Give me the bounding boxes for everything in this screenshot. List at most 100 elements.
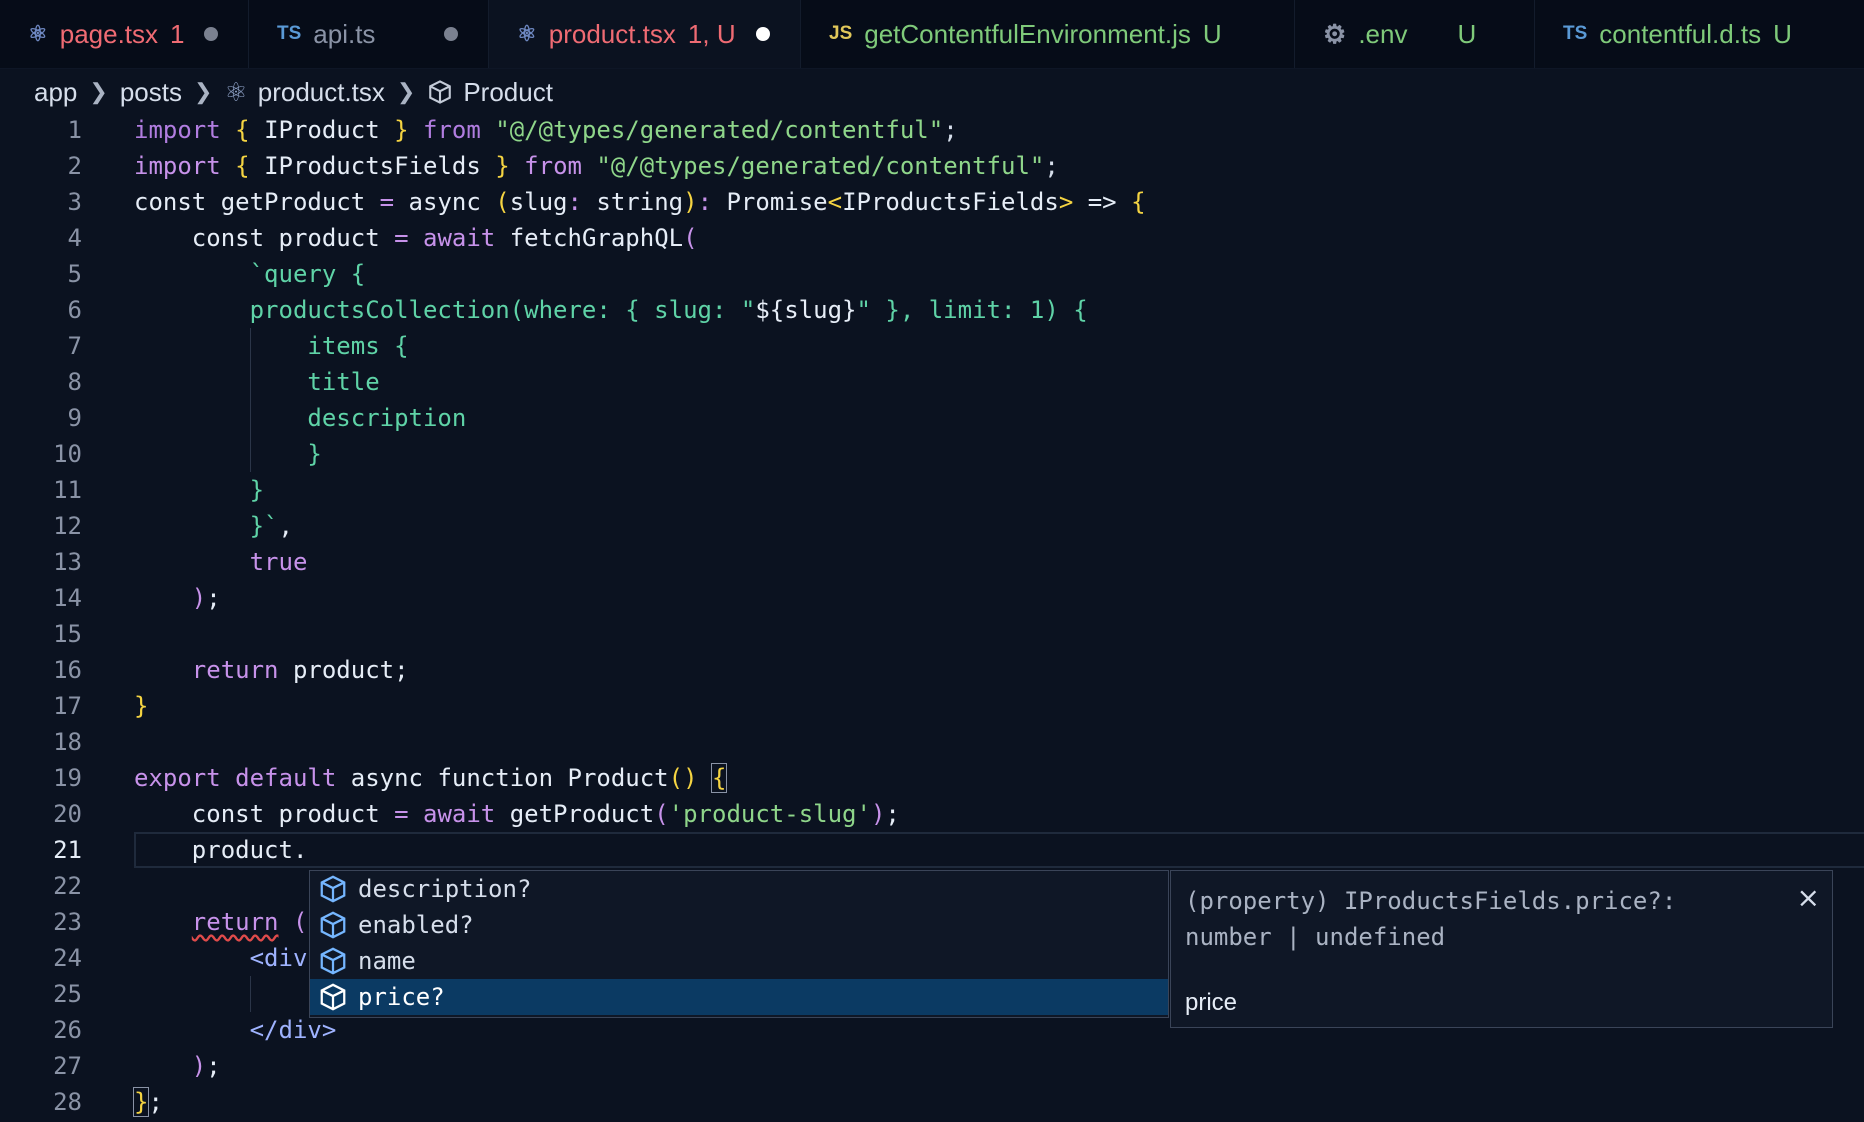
chevron-right-icon: ❯: [193, 79, 213, 104]
line-number: 26: [53, 1016, 82, 1044]
line-number: 2: [67, 152, 82, 180]
code-text: }: [249, 476, 265, 504]
code-line: 19 export default async function Product…: [0, 760, 1864, 796]
line-number: 24: [53, 944, 82, 972]
tab-label: contentful.d.ts: [1599, 18, 1762, 49]
symbol-field-icon: [316, 946, 350, 976]
autocomplete-suggest-list[interactable]: description? enabled? name price?: [309, 870, 1169, 1018]
tab-env[interactable]: ⚙ .env U: [1295, 0, 1535, 68]
line-number: 4: [67, 224, 82, 252]
code-text: };: [132, 1087, 163, 1117]
code-text: `query {: [249, 260, 366, 288]
gear-icon: ⚙: [1323, 18, 1347, 49]
breadcrumb-item-file[interactable]: product.tsx: [258, 77, 385, 108]
code-line-current[interactable]: 21 product.: [0, 832, 1864, 868]
code-line: 11 }: [0, 472, 1864, 508]
code-text: const product = await getProduct('produc…: [191, 800, 900, 828]
suggest-item-selected[interactable]: price?: [310, 979, 1168, 1015]
code-text: return product;: [191, 656, 409, 684]
suggest-item-label: enabled?: [358, 911, 474, 939]
line-number: 22: [53, 872, 82, 900]
line-number: 3: [67, 188, 82, 216]
code-line: 16 return product;: [0, 652, 1864, 688]
code-line: 6 productsCollection(where: { slug: "${s…: [0, 292, 1864, 328]
tab-api-ts[interactable]: TS api.ts: [249, 0, 489, 68]
code-line: 8 title: [0, 364, 1864, 400]
code-text: return (: [191, 908, 308, 936]
code-text: import { IProductsFields } from "@/@type…: [134, 152, 1059, 180]
modified-dot-icon[interactable]: [444, 27, 458, 41]
react-icon: ⚛: [28, 21, 48, 46]
modified-dot-icon[interactable]: [204, 27, 218, 41]
react-icon: ⚛: [224, 76, 248, 107]
tab-label: getContentfulEnvironment.js: [864, 18, 1191, 49]
line-number: 25: [53, 980, 82, 1008]
code-text: import { IProduct } from "@/@types/gener…: [134, 116, 958, 144]
code-text: description: [307, 404, 467, 432]
code-line: 3 const getProduct = async (slug: string…: [0, 184, 1864, 220]
line-number: 6: [67, 296, 82, 324]
tab-getcontentfulenvironment-js[interactable]: JS getContentfulEnvironment.js U: [801, 0, 1295, 68]
tab-page-tsx[interactable]: ⚛ page.tsx 1: [0, 0, 249, 68]
tab-contentful-d-ts[interactable]: TS contentful.d.ts U: [1535, 0, 1864, 68]
line-number: 19: [53, 764, 82, 792]
line-number: 18: [53, 728, 82, 756]
breadcrumb-item-symbol[interactable]: Product: [463, 77, 553, 108]
line-number: 8: [67, 368, 82, 396]
code-line: 10 }: [0, 436, 1864, 472]
code-line: 12 }`,: [0, 508, 1864, 544]
symbol-field-icon: [316, 982, 350, 1012]
tab-product-tsx[interactable]: ⚛ product.tsx 1, U: [489, 0, 801, 68]
code-text: );: [191, 584, 221, 612]
editor-tab-bar: ⚛ page.tsx 1 TS api.ts ⚛ product.tsx 1, …: [0, 0, 1864, 69]
code-line: 20 const product = await getProduct('pro…: [0, 796, 1864, 832]
code-text: <div: [249, 944, 308, 972]
close-icon[interactable]: ×: [1797, 881, 1820, 914]
line-number: 27: [53, 1052, 82, 1080]
code-line: 27 );: [0, 1048, 1864, 1084]
js-icon: JS: [829, 23, 853, 44]
suggest-item[interactable]: description?: [310, 871, 1168, 907]
tab-status: U: [1202, 18, 1222, 49]
breadcrumb-item-app[interactable]: app: [34, 77, 77, 108]
tab-label: .env: [1358, 18, 1408, 49]
line-number: 28: [53, 1088, 82, 1116]
suggest-details-panel: (property) IProductsFields.price?: numbe…: [1170, 870, 1833, 1028]
tab-label: api.ts: [313, 18, 376, 49]
code-text: const product = await fetchGraphQL(: [191, 224, 698, 252]
line-number: 20: [53, 800, 82, 828]
property-doc: price: [1185, 989, 1238, 1016]
line-number: 10: [53, 440, 82, 468]
code-text: }: [134, 692, 149, 720]
line-number: 5: [67, 260, 82, 288]
modified-dot-icon[interactable]: [756, 27, 770, 41]
code-text: }`,: [249, 512, 293, 540]
chevron-right-icon: ❯: [89, 79, 108, 104]
suggest-item-label: name: [358, 947, 416, 975]
suggest-item-label: price?: [358, 983, 445, 1011]
line-number: 1: [67, 116, 82, 144]
breadcrumb-item-posts[interactable]: posts: [120, 77, 182, 108]
suggest-item[interactable]: enabled?: [310, 907, 1168, 943]
code-text: product.: [191, 836, 308, 864]
tab-status: 1, U: [687, 18, 736, 49]
line-number: 21: [53, 836, 82, 864]
chevron-right-icon: ❯: [396, 79, 416, 104]
tab-status: 1: [170, 18, 185, 49]
symbol-method-icon: [427, 79, 453, 105]
tab-status: U: [1773, 18, 1792, 49]
code-line: 4 const product = await fetchGraphQL(: [0, 220, 1864, 256]
suggest-item[interactable]: name: [310, 943, 1168, 979]
line-number: 11: [53, 476, 82, 504]
breadcrumb: app ❯ posts ❯ ⚛ product.tsx ❯ Product: [34, 72, 553, 112]
line-number: 7: [67, 332, 82, 360]
code-line: 1 import { IProduct } from "@/@types/gen…: [0, 112, 1864, 148]
code-line: 28 };: [0, 1084, 1864, 1120]
code-text: true: [249, 548, 308, 576]
tab-label: product.tsx: [548, 18, 676, 49]
code-text: productsCollection(where: { slug: "${slu…: [249, 296, 1088, 324]
code-text: }: [307, 440, 322, 468]
code-line: 7 items {: [0, 328, 1864, 364]
line-number: 23: [53, 908, 82, 936]
code-text: title: [307, 368, 380, 396]
